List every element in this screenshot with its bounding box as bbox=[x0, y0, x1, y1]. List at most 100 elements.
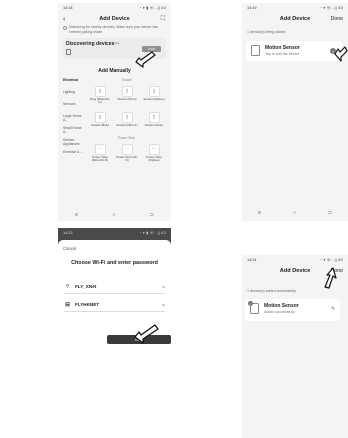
manual-category-grid: Electrical Lighting Sensors Large Home A… bbox=[58, 78, 171, 178]
section-header-socket: Socket bbox=[122, 77, 133, 82]
status-bar: 14:24 ◔ ▾ ⓦ ..|| 83 bbox=[242, 255, 348, 265]
tile-label: Socket (Wi-Fi) bbox=[117, 96, 137, 101]
status-icons: ◔ ▾ ▮ ⓦ ..|| 83 bbox=[139, 5, 166, 10]
device-tile[interactable]: ▯ Socket (NB-IoT) bbox=[116, 111, 138, 128]
bluetooth-icon bbox=[63, 26, 67, 30]
home-nav-icon[interactable]: ○ bbox=[293, 210, 296, 216]
devices-added-text: 1 device(s) added successfully bbox=[247, 289, 296, 293]
tile-label: Power Strip (Wi-Fi) bbox=[116, 154, 138, 163]
back-nav-icon[interactable]: ⊃ bbox=[328, 210, 332, 216]
status-icons: ◔ ▾ ⓦ ..|| 83 bbox=[319, 5, 343, 10]
wifi-name-field[interactable]: ⌔ FLY_XNet ⇆ bbox=[64, 280, 165, 294]
category-item[interactable]: Exercise & ... bbox=[58, 150, 84, 162]
screen-add-device-discovering: 14:18 ◔ ▾ ▮ ⓦ ..|| 83 ‹ Add Device ⛶ Sea… bbox=[58, 3, 171, 221]
device-tile[interactable]: ▯ Socket (other) bbox=[143, 111, 165, 128]
tile-label: Plug (BLE+Wi-Fi) bbox=[90, 96, 110, 105]
switch-network-icon[interactable]: ⇆ bbox=[162, 285, 165, 289]
wifi-sheet-title: Choose Wi-Fi and enter password bbox=[71, 260, 158, 266]
device-tile[interactable]: ⋯ Power Strip (BLE+Wi-Fi) bbox=[89, 143, 111, 163]
add-manually-title: Add Manually bbox=[98, 67, 131, 74]
device-name: Motion Sensor bbox=[265, 45, 300, 51]
device-card[interactable]: ✓ Motion Sensor Added successfully ✎ bbox=[245, 299, 340, 321]
password-value: FLYHKNET bbox=[75, 302, 100, 307]
tile-label: Socket (other) bbox=[144, 122, 164, 127]
category-item[interactable]: Electrical bbox=[58, 78, 84, 90]
device-tile[interactable]: ▯ Socket (BLE) bbox=[89, 111, 111, 128]
status-bar: 14:18 ◔ ▾ ▮ ⓦ ..|| 83 bbox=[58, 3, 171, 13]
category-item[interactable]: Large Home A... bbox=[58, 114, 84, 126]
status-time: 14:18 bbox=[63, 6, 73, 10]
power-strip-icon: ⋯ bbox=[94, 143, 106, 155]
next-button[interactable]: Next bbox=[107, 335, 171, 344]
tile-label: Socket (BLE) bbox=[91, 122, 109, 127]
header: Add Device Done bbox=[242, 265, 348, 277]
socket-icon: ▯ bbox=[121, 111, 133, 123]
status-time: 14:19 bbox=[247, 6, 257, 10]
category-item[interactable]: Sensors bbox=[58, 102, 84, 114]
screen-device-added: 14:24 ◔ ▾ ⓦ ..|| 83 Add Device Done 1 de… bbox=[242, 255, 348, 438]
motion-sensor-icon bbox=[251, 45, 260, 56]
device-card[interactable]: Motion Sensor Tap to add the device + bbox=[246, 41, 342, 61]
system-nav-bar: ≡ ○ ⊃ bbox=[242, 209, 348, 217]
page-title: Add Device bbox=[99, 16, 130, 22]
device-tile[interactable]: ⋯ Power Strip (Zigbee) bbox=[143, 143, 165, 163]
device-tile[interactable]: ⋯ Power Strip (Wi-Fi) bbox=[116, 143, 138, 163]
tile-label: Socket (NB-IoT) bbox=[116, 122, 138, 127]
status-time: 14:24 bbox=[247, 258, 257, 262]
devices-being-added-text: 1 device(s) being added bbox=[247, 30, 286, 34]
category-item[interactable]: Kitchen Appliances bbox=[58, 138, 84, 150]
edit-icon[interactable]: ✎ bbox=[331, 306, 335, 312]
power-strip-icon: ⋯ bbox=[121, 143, 133, 155]
category-list: Electrical Lighting Sensors Large Home A… bbox=[58, 78, 84, 162]
status-time: 14:23 bbox=[63, 231, 73, 235]
device-status: Added successfully bbox=[264, 310, 295, 314]
tile-label: Power Strip (Zigbee) bbox=[146, 154, 162, 163]
status-icons: ◔ ▾ ⓦ ..|| 83 bbox=[319, 257, 343, 262]
status-icons: ◔ ▾ ▮ ⓦ ..|| 83 bbox=[139, 230, 166, 235]
device-tile[interactable]: ▯ Plug (BLE+Wi-Fi) bbox=[89, 85, 111, 105]
lock-icon: ⊟ bbox=[65, 301, 70, 308]
category-item[interactable]: Small Home A... bbox=[58, 126, 84, 138]
system-nav-bar: ≡ ○ ⊃ bbox=[58, 211, 171, 219]
tile-label: Socket (Zigbee) bbox=[143, 96, 165, 101]
section-header-power-strip: Power Strip bbox=[118, 135, 136, 140]
screen-device-being-added: 14:19 ◔ ▾ ⓦ ..|| 83 Add Device Done 1 de… bbox=[242, 3, 348, 221]
success-check-icon: ✓ bbox=[248, 301, 253, 306]
discovering-title: Discovering devices··· bbox=[66, 40, 120, 47]
password-field[interactable]: ⊟ FLYHKNET ◉ bbox=[64, 298, 165, 312]
hint-text: Searching for nearby devices. Make sure … bbox=[69, 25, 159, 34]
done-button[interactable]: Done bbox=[331, 268, 343, 274]
add-device-icon[interactable]: + bbox=[330, 48, 336, 54]
status-bar: 14:23 ◔ ▾ ▮ ⓦ ..|| 83 bbox=[58, 228, 171, 238]
menu-nav-icon[interactable]: ≡ bbox=[258, 210, 261, 216]
wifi-icon: ⌔ bbox=[64, 284, 71, 290]
socket-icon: ▯ bbox=[94, 111, 106, 123]
wifi-sheet: Cancel Choose Wi-Fi and enter password ⌔… bbox=[58, 240, 171, 376]
socket-icon: ▯ bbox=[148, 85, 160, 97]
device-status: Tap to add the device bbox=[265, 52, 300, 56]
screen-choose-wifi: 14:23 ◔ ▾ ▮ ⓦ ..|| 83 Cancel Choose Wi-F… bbox=[58, 228, 171, 376]
category-item[interactable]: Lighting bbox=[58, 90, 84, 102]
tile-label: Power Strip (BLE+Wi-Fi) bbox=[91, 154, 109, 163]
discovering-panel: Discovering devices··· Add bbox=[63, 37, 166, 59]
back-nav-icon[interactable]: ⊃ bbox=[150, 212, 154, 218]
header: ‹ Add Device ⛶ bbox=[58, 13, 171, 25]
eye-icon[interactable]: ◉ bbox=[162, 303, 165, 307]
home-nav-icon[interactable]: ○ bbox=[112, 212, 115, 218]
menu-nav-icon[interactable]: ≡ bbox=[75, 212, 78, 218]
header: Add Device Done bbox=[242, 13, 348, 25]
plug-icon: ▯ bbox=[94, 85, 106, 97]
back-icon[interactable]: ‹ bbox=[63, 16, 65, 23]
page-title: Add Device bbox=[279, 268, 311, 274]
wifi-name-value: FLY_XNet bbox=[75, 284, 97, 289]
device-name: Motion Sensor bbox=[264, 303, 299, 309]
device-tile[interactable]: ▯ Socket (Zigbee) bbox=[143, 85, 165, 102]
device-tile[interactable]: ▯ Socket (Wi-Fi) bbox=[116, 85, 138, 102]
cancel-button[interactable]: Cancel bbox=[63, 246, 76, 251]
power-strip-icon: ⋯ bbox=[148, 143, 160, 155]
page-title: Add Device bbox=[279, 16, 311, 22]
scan-icon[interactable]: ⛶ bbox=[161, 16, 165, 23]
add-button[interactable]: Add bbox=[142, 45, 161, 52]
discovered-device-icon bbox=[66, 48, 71, 55]
done-button[interactable]: Done bbox=[331, 16, 343, 22]
